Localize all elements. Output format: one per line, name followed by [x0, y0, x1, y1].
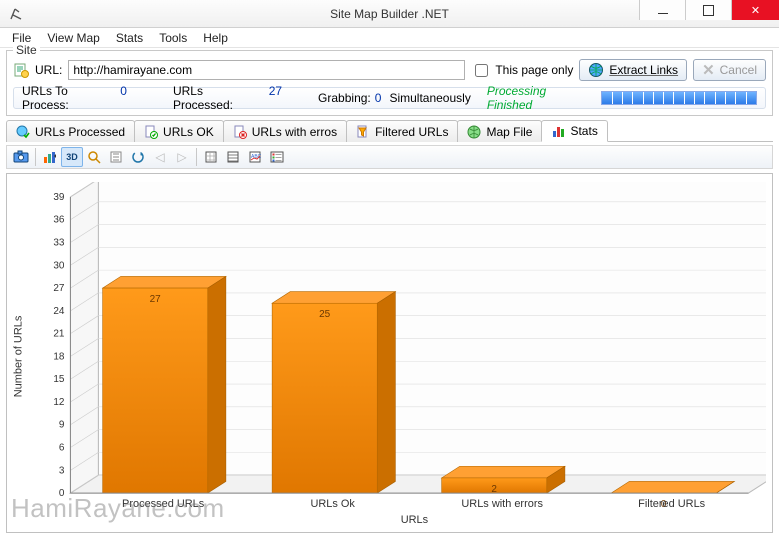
- svg-text:6: 6: [59, 443, 65, 454]
- this-page-only-box[interactable]: [475, 64, 488, 77]
- window-title: Site Map Builder .NET: [330, 0, 449, 27]
- globe-check-icon: [16, 125, 30, 139]
- tab-map-file[interactable]: Map File: [457, 120, 542, 142]
- svg-text:Filtered URLs: Filtered URLs: [638, 498, 705, 510]
- svg-text:36: 36: [53, 215, 65, 226]
- window-maximize-button[interactable]: [685, 0, 731, 20]
- window-titlebar: Site Map Builder .NET: [0, 0, 779, 28]
- x-axis-label: URLs: [401, 514, 429, 526]
- url-icon: [13, 62, 29, 78]
- svg-text:33: 33: [53, 238, 65, 249]
- site-legend: Site: [13, 43, 40, 57]
- tab-label: Map File: [486, 125, 532, 139]
- cancel-x-icon: ✕: [702, 61, 715, 79]
- urls-processed-value: 27: [269, 84, 282, 112]
- grabbing-value: 0: [375, 91, 382, 105]
- axis-icon[interactable]: ABC: [244, 147, 266, 167]
- tab-label: URLs with erros: [252, 125, 337, 139]
- menu-stats[interactable]: Stats: [110, 31, 149, 45]
- rotate-icon[interactable]: [127, 147, 149, 167]
- tab-label: URLs Processed: [35, 125, 125, 139]
- extract-links-label: Extract Links: [609, 63, 678, 77]
- urls-processed-label: URLs Processed:: [173, 84, 265, 112]
- svg-text:9: 9: [59, 420, 65, 431]
- tab-urls-errors[interactable]: URLs with erros: [223, 120, 347, 142]
- svg-text:3: 3: [59, 465, 65, 476]
- this-page-only-label: This page only: [495, 63, 573, 77]
- svg-text:0: 0: [59, 488, 65, 499]
- svg-text:21: 21: [53, 329, 65, 340]
- tab-strip: URLs Processed URLs OK URLs with erros F…: [6, 119, 773, 142]
- svg-text:24: 24: [53, 306, 65, 317]
- 3d-toggle-icon[interactable]: 3D: [61, 147, 83, 167]
- svg-text:25: 25: [319, 309, 331, 320]
- globe-icon: [588, 62, 604, 78]
- tab-label: URLs OK: [163, 125, 214, 139]
- svg-text:URLs Ok: URLs Ok: [310, 498, 355, 510]
- menu-help[interactable]: Help: [197, 31, 234, 45]
- urls-to-process-label: URLs To Process:: [22, 84, 116, 112]
- url-label: URL:: [35, 63, 62, 77]
- y-axis-label: Number of URLs: [13, 315, 25, 397]
- chart-panel: 03691215182124273033363927Processed URLs…: [6, 173, 773, 533]
- extract-links-button[interactable]: Extract Links: [579, 59, 687, 81]
- legend-icon[interactable]: [266, 147, 288, 167]
- this-page-only-checkbox[interactable]: This page only: [471, 61, 573, 80]
- tab-label: Filtered URLs: [375, 125, 448, 139]
- app-icon: [8, 6, 24, 22]
- camera-icon[interactable]: [10, 147, 32, 167]
- status-row: URLs To Process: 0 URLs Processed: 27 Gr…: [13, 87, 766, 109]
- chart-type-icon[interactable]: [39, 147, 61, 167]
- site-groupbox: Site URL: This page only Extract Links ✕…: [6, 50, 773, 116]
- zoom-icon[interactable]: [83, 147, 105, 167]
- window-minimize-button[interactable]: [639, 0, 685, 20]
- simultaneously-label: Simultaneously: [389, 91, 470, 105]
- svg-text:39: 39: [53, 192, 65, 203]
- tab-stats[interactable]: Stats: [541, 120, 607, 142]
- svg-text:27: 27: [150, 294, 162, 305]
- left-icon[interactable]: ◁: [149, 147, 171, 167]
- right-icon[interactable]: ▷: [171, 147, 193, 167]
- grabbing-label: Grabbing:: [318, 91, 371, 105]
- palette-icon[interactable]: [222, 147, 244, 167]
- menu-tools[interactable]: Tools: [153, 31, 193, 45]
- tab-urls-ok[interactable]: URLs OK: [134, 120, 224, 142]
- stats-toolbar: 3D ◁ ▷ ABC: [6, 145, 773, 169]
- processing-status: Processing Finished: [487, 84, 593, 112]
- tab-label: Stats: [570, 124, 597, 138]
- svg-text:15: 15: [53, 374, 65, 385]
- url-input[interactable]: [68, 60, 465, 80]
- cancel-button: ✕ Cancel: [693, 59, 766, 81]
- svg-text:12: 12: [53, 397, 65, 408]
- tab-filtered-urls[interactable]: Filtered URLs: [346, 120, 458, 142]
- tab-urls-processed[interactable]: URLs Processed: [6, 120, 135, 142]
- scroll-icon[interactable]: [105, 147, 127, 167]
- stats-icon: [551, 124, 565, 138]
- svg-text:30: 30: [53, 260, 65, 271]
- progress-bar: [601, 91, 757, 105]
- menu-view-map[interactable]: View Map: [41, 31, 105, 45]
- bar-chart: 03691215182124273033363927Processed URLs…: [13, 182, 766, 526]
- filter-icon: [356, 125, 370, 139]
- map-icon: [467, 125, 481, 139]
- cancel-label: Cancel: [720, 63, 757, 77]
- page-ok-icon: [144, 125, 158, 139]
- svg-text:URLs with errors: URLs with errors: [461, 498, 543, 510]
- window-close-button[interactable]: [731, 0, 779, 20]
- grid-icon[interactable]: [200, 147, 222, 167]
- urls-to-process-value: 0: [120, 84, 127, 112]
- svg-text:27: 27: [53, 283, 65, 294]
- page-error-icon: [233, 125, 247, 139]
- svg-text:18: 18: [53, 351, 65, 362]
- svg-text:Processed URLs: Processed URLs: [122, 498, 205, 510]
- menu-bar: File View Map Stats Tools Help: [0, 28, 779, 48]
